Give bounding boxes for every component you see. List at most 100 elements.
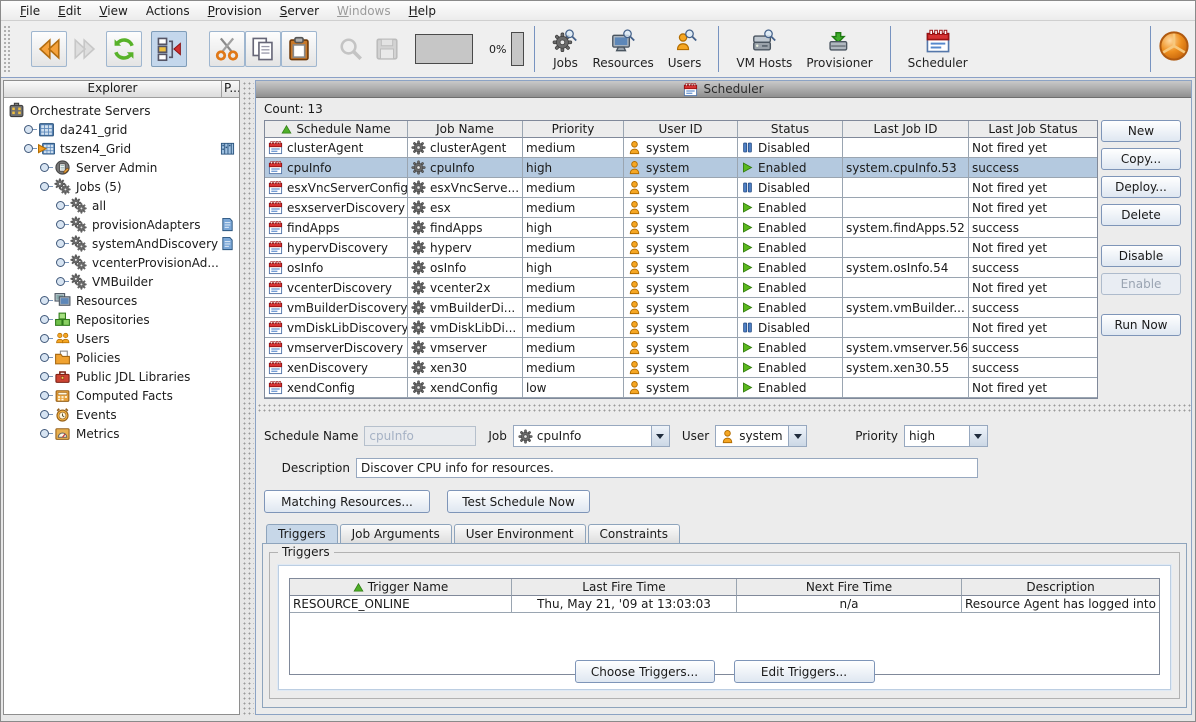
schedule-row-vmserverdiscovery[interactable]: vmserverDiscoveryvmservermediumsystemEna… bbox=[265, 338, 1097, 358]
column-header-trigger-name[interactable]: Trigger Name bbox=[290, 579, 512, 596]
new-button[interactable]: New bbox=[1101, 120, 1181, 142]
tree-item-all[interactable]: all bbox=[4, 196, 239, 215]
tree-expander-icon[interactable] bbox=[56, 201, 65, 210]
horizontal-splitter[interactable] bbox=[256, 402, 1191, 413]
menu-help[interactable]: Help bbox=[402, 3, 443, 19]
tree-expander-icon[interactable] bbox=[56, 239, 65, 248]
tree-item-systemanddiscovery[interactable]: systemAndDiscovery bbox=[4, 234, 239, 253]
tree-expander-icon[interactable] bbox=[40, 163, 49, 172]
choose-triggers-button[interactable]: Choose Triggers... bbox=[575, 660, 715, 683]
schedule-row-findapps[interactable]: findAppsfindAppshighsystemEnabledsystem.… bbox=[265, 218, 1097, 238]
tree-expander-icon[interactable] bbox=[56, 258, 65, 267]
run-now-button[interactable]: Run Now bbox=[1101, 314, 1181, 336]
schedule-row-hypervdiscovery[interactable]: hypervDiscoveryhypervmediumsystemEnabled… bbox=[265, 238, 1097, 258]
toolbar-button-jobs[interactable]: Jobs bbox=[545, 26, 585, 72]
menu-edit[interactable]: Edit bbox=[51, 3, 88, 19]
vertical-splitter[interactable] bbox=[241, 80, 254, 715]
schedule-row-esxvncserverconfig[interactable]: esxVncServerConfigesxVncServe...mediumsy… bbox=[265, 178, 1097, 198]
copy-button[interactable] bbox=[245, 31, 281, 67]
tree-item-users[interactable]: Users bbox=[4, 329, 239, 348]
column-header-last-job-id[interactable]: Last Job ID bbox=[843, 121, 969, 138]
toolbar-button-vm-hosts[interactable]: VM Hosts bbox=[729, 26, 799, 72]
tab-triggers[interactable]: Triggers bbox=[266, 524, 338, 543]
schedule-row-cpuinfo[interactable]: cpuInfocpuInfohighsystemEnabledsystem.cp… bbox=[265, 158, 1097, 178]
tab-constraints[interactable]: Constraints bbox=[588, 524, 680, 543]
tree-expander-icon[interactable] bbox=[24, 144, 33, 153]
edit-triggers-button[interactable]: Edit Triggers... bbox=[734, 660, 875, 683]
toolbar-button-users[interactable]: Users bbox=[661, 26, 709, 72]
column-header-status[interactable]: Status bbox=[738, 121, 843, 138]
schedule-row-xendiscovery[interactable]: xenDiscoveryxen30mediumsystemEnabledsyst… bbox=[265, 358, 1097, 378]
copy-button[interactable]: Copy... bbox=[1101, 148, 1181, 170]
schedule-row-clusteragent[interactable]: clusterAgentclusterAgentmediumsystemDisa… bbox=[265, 138, 1097, 158]
test-schedule-now-button[interactable]: Test Schedule Now bbox=[447, 490, 590, 513]
tree-item-jobs-5[interactable]: Jobs (5) bbox=[4, 177, 239, 196]
toolbar-button-scheduler[interactable]: Scheduler bbox=[901, 26, 975, 72]
tree-item-events[interactable]: Events bbox=[4, 405, 239, 424]
tree-expander-icon[interactable] bbox=[56, 220, 65, 229]
column-header-user-id[interactable]: User ID bbox=[624, 121, 738, 138]
tree-item-orchestrate-servers[interactable]: Orchestrate Servers bbox=[4, 101, 239, 120]
tab-user-environment[interactable]: User Environment bbox=[454, 524, 586, 543]
tree-item-tszen4-grid[interactable]: tszen4_Grid bbox=[4, 139, 239, 158]
tree-expander-icon[interactable] bbox=[40, 296, 49, 305]
back-button[interactable] bbox=[31, 31, 67, 67]
description-input[interactable] bbox=[356, 458, 978, 478]
toolbar-grip[interactable] bbox=[3, 25, 12, 73]
disable-button[interactable]: Disable bbox=[1101, 245, 1181, 267]
schedule-row-xendconfig[interactable]: xendConfigxendConfiglowsystemEnabledNot … bbox=[265, 378, 1097, 398]
column-header-job-name[interactable]: Job Name bbox=[408, 121, 523, 138]
tree-expander-icon[interactable] bbox=[24, 125, 33, 134]
schedule-row-osinfo[interactable]: osInfoosInfohighsystemEnabledsystem.osIn… bbox=[265, 258, 1097, 278]
tree-expander-icon[interactable] bbox=[40, 182, 49, 191]
tree-expander-icon[interactable] bbox=[40, 334, 49, 343]
tree-item-provisionadapters[interactable]: provisionAdapters bbox=[4, 215, 239, 234]
matching-resources-button[interactable]: Matching Resources... bbox=[264, 490, 430, 513]
tree-item-policies[interactable]: Policies bbox=[4, 348, 239, 367]
column-header-last-fire-time[interactable]: Last Fire Time bbox=[512, 579, 737, 596]
tree-item-vcenterprovisionad[interactable]: vcenterProvisionAd... bbox=[4, 253, 239, 272]
toggle-tree-button[interactable] bbox=[151, 31, 187, 67]
tree-expander-icon[interactable] bbox=[40, 315, 49, 324]
refresh-button[interactable] bbox=[106, 31, 142, 67]
menu-file[interactable]: File bbox=[13, 3, 47, 19]
tree-expander-icon[interactable] bbox=[56, 277, 65, 286]
menu-view[interactable]: View bbox=[92, 3, 134, 19]
column-header-description[interactable]: Description bbox=[962, 579, 1159, 596]
schedule-row-vmbuilderdiscovery[interactable]: vmBuilderDiscoveryvmBuilderDi...mediumsy… bbox=[265, 298, 1097, 318]
tree-expander-icon[interactable] bbox=[40, 391, 49, 400]
schedule-row-esxserverdiscovery[interactable]: esxserverDiscoveryesxmediumsystemEnabled… bbox=[265, 198, 1097, 218]
column-header-schedule-name[interactable]: Schedule Name bbox=[265, 121, 408, 138]
tree-item-da241-grid[interactable]: da241_grid bbox=[4, 120, 239, 139]
column-header-priority[interactable]: Priority bbox=[523, 121, 624, 138]
menu-actions[interactable]: Actions bbox=[139, 3, 197, 19]
tree-item-vmbuilder[interactable]: VMBuilder bbox=[4, 272, 239, 291]
deploy-button[interactable]: Deploy... bbox=[1101, 176, 1181, 198]
toolbar-button-resources[interactable]: Resources bbox=[585, 26, 660, 72]
toolbar-button-provisioner[interactable]: Provisioner bbox=[799, 26, 879, 72]
schedule-row-vcenterdiscovery[interactable]: vcenterDiscoveryvcenter2xmediumsystemEna… bbox=[265, 278, 1097, 298]
explorer-header-label[interactable]: Explorer bbox=[4, 81, 222, 97]
cut-button[interactable] bbox=[209, 31, 245, 67]
tree-expander-icon[interactable] bbox=[40, 353, 49, 362]
user-select[interactable]: system bbox=[715, 425, 807, 447]
column-header-last-job-status[interactable]: Last Job Status bbox=[969, 121, 1097, 138]
job-select[interactable]: cpuInfo bbox=[513, 425, 670, 447]
priority-select[interactable]: high bbox=[904, 425, 988, 447]
menu-server[interactable]: Server bbox=[273, 3, 326, 19]
tree-item-repositories[interactable]: Repositories bbox=[4, 310, 239, 329]
column-header-next-fire-time[interactable]: Next Fire Time bbox=[737, 579, 962, 596]
paste-button[interactable] bbox=[281, 31, 317, 67]
schedule-row-vmdisklibdiscovery[interactable]: vmDiskLibDiscoveryvmDiskLibDi...mediumsy… bbox=[265, 318, 1097, 338]
tree-expander-icon[interactable] bbox=[40, 410, 49, 419]
policy-column-header[interactable]: P... bbox=[222, 81, 239, 97]
tree-expander-icon[interactable] bbox=[40, 372, 49, 381]
tree-item-computed-facts[interactable]: Computed Facts bbox=[4, 386, 239, 405]
tree-item-public-jdl-libraries[interactable]: Public JDL Libraries bbox=[4, 367, 239, 386]
menu-provision[interactable]: Provision bbox=[201, 3, 269, 19]
tree-item-server-admin[interactable]: Server Admin bbox=[4, 158, 239, 177]
delete-button[interactable]: Delete bbox=[1101, 204, 1181, 226]
tree-item-metrics[interactable]: Metrics bbox=[4, 424, 239, 443]
tree-item-resources[interactable]: Resources bbox=[4, 291, 239, 310]
tab-job-arguments[interactable]: Job Arguments bbox=[340, 524, 452, 543]
